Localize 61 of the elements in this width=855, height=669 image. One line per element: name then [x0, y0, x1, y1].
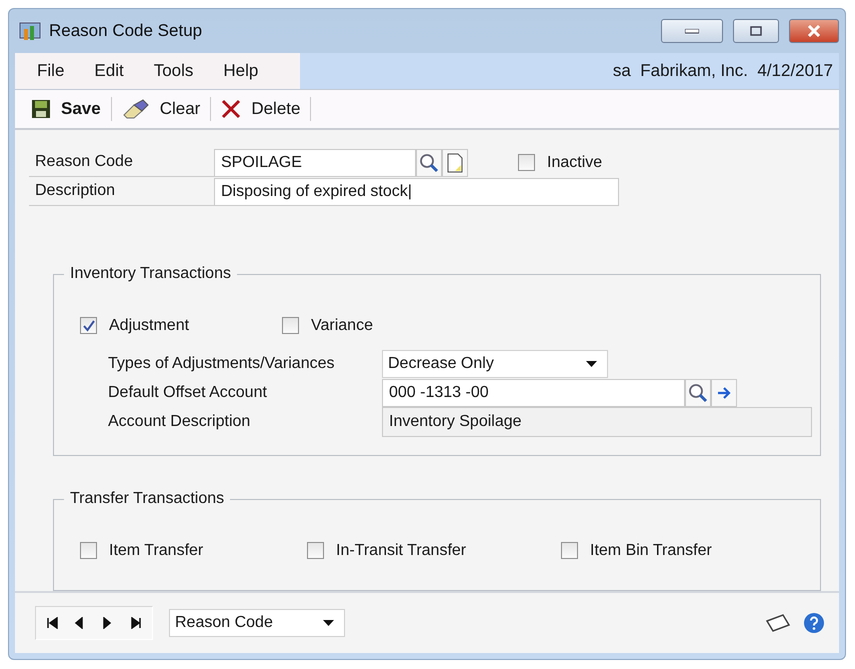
maximize-button[interactable]	[733, 19, 779, 43]
menu-item[interactable]: Tools	[154, 61, 194, 81]
checkbox[interactable]	[80, 542, 97, 559]
field-label: Types of Adjustments/Variances	[108, 354, 336, 374]
user-company-date: sa Fabrikam, Inc. 4/12/2017	[612, 61, 833, 81]
checkbox[interactable]	[561, 542, 578, 559]
checkbox[interactable]	[307, 542, 324, 559]
menu-item[interactable]: Help	[223, 61, 258, 81]
checkbox[interactable]	[80, 317, 97, 334]
close-button[interactable]	[789, 19, 839, 43]
types-dropdown[interactable]: Decrease Only	[382, 350, 608, 378]
left-arrow-icon	[74, 617, 86, 629]
reason-code-field[interactable]: SPOILAGE	[214, 148, 416, 176]
new-button[interactable]	[442, 148, 468, 176]
caret-icon	[586, 360, 597, 366]
lookup-button[interactable]	[416, 148, 442, 176]
clear-button[interactable]: Clear	[116, 97, 206, 121]
previous-record-button[interactable]	[74, 617, 86, 629]
caret-icon	[323, 620, 334, 626]
checkbox[interactable]	[518, 154, 535, 171]
close-icon	[807, 25, 821, 37]
minimize-button[interactable]	[661, 19, 723, 43]
checkbox-label: In-Transit Transfer	[336, 542, 466, 560]
search-icon	[419, 152, 439, 172]
checkbox-label: Item Transfer	[109, 542, 204, 560]
eraser-icon	[122, 99, 150, 119]
document-icon	[447, 152, 463, 172]
checkbox[interactable]	[282, 317, 299, 334]
first-record-button[interactable]	[46, 617, 58, 629]
checkbox-label: Adjustment	[109, 316, 190, 334]
maximize-icon	[750, 26, 762, 36]
menu-item[interactable]: Edit	[94, 61, 124, 81]
field-label: Account Description	[108, 412, 252, 432]
right-arrow-icon	[102, 617, 114, 629]
save-button[interactable]: Save	[25, 97, 107, 121]
help-icon[interactable]	[803, 612, 825, 634]
account-description-field: Inventory Spoilage	[382, 406, 812, 436]
lookup-button[interactable]	[685, 378, 711, 406]
browse-by-dropdown[interactable]: Reason Code	[169, 609, 345, 637]
offset-account-field[interactable]: 000 -1313 -00	[382, 378, 685, 406]
delete-icon	[221, 99, 242, 119]
menu-item[interactable]: File	[37, 61, 64, 81]
checkbox-label: Variance	[311, 316, 373, 334]
checkbox-label: Inactive	[547, 154, 602, 172]
group-title: Inventory Transactions	[64, 265, 237, 283]
app-icon	[19, 21, 41, 41]
last-record-button[interactable]	[130, 617, 142, 629]
arrow-right-icon	[717, 386, 731, 398]
check-icon	[82, 320, 94, 332]
right-arrow-icon	[130, 617, 142, 629]
next-record-button[interactable]	[102, 617, 114, 629]
window-title: Reason Code Setup	[49, 21, 204, 41]
left-arrow-icon	[46, 617, 58, 629]
note-icon[interactable]	[765, 613, 791, 633]
go-to-button[interactable]	[711, 378, 737, 406]
description-field[interactable]: Disposing of expired stock|	[214, 178, 619, 206]
field-label: Default Offset Account	[108, 382, 268, 402]
search-icon	[688, 382, 708, 402]
checkbox-label: Item Bin Transfer	[590, 542, 712, 560]
delete-button[interactable]: Delete	[215, 97, 306, 121]
minimize-icon	[685, 28, 699, 34]
